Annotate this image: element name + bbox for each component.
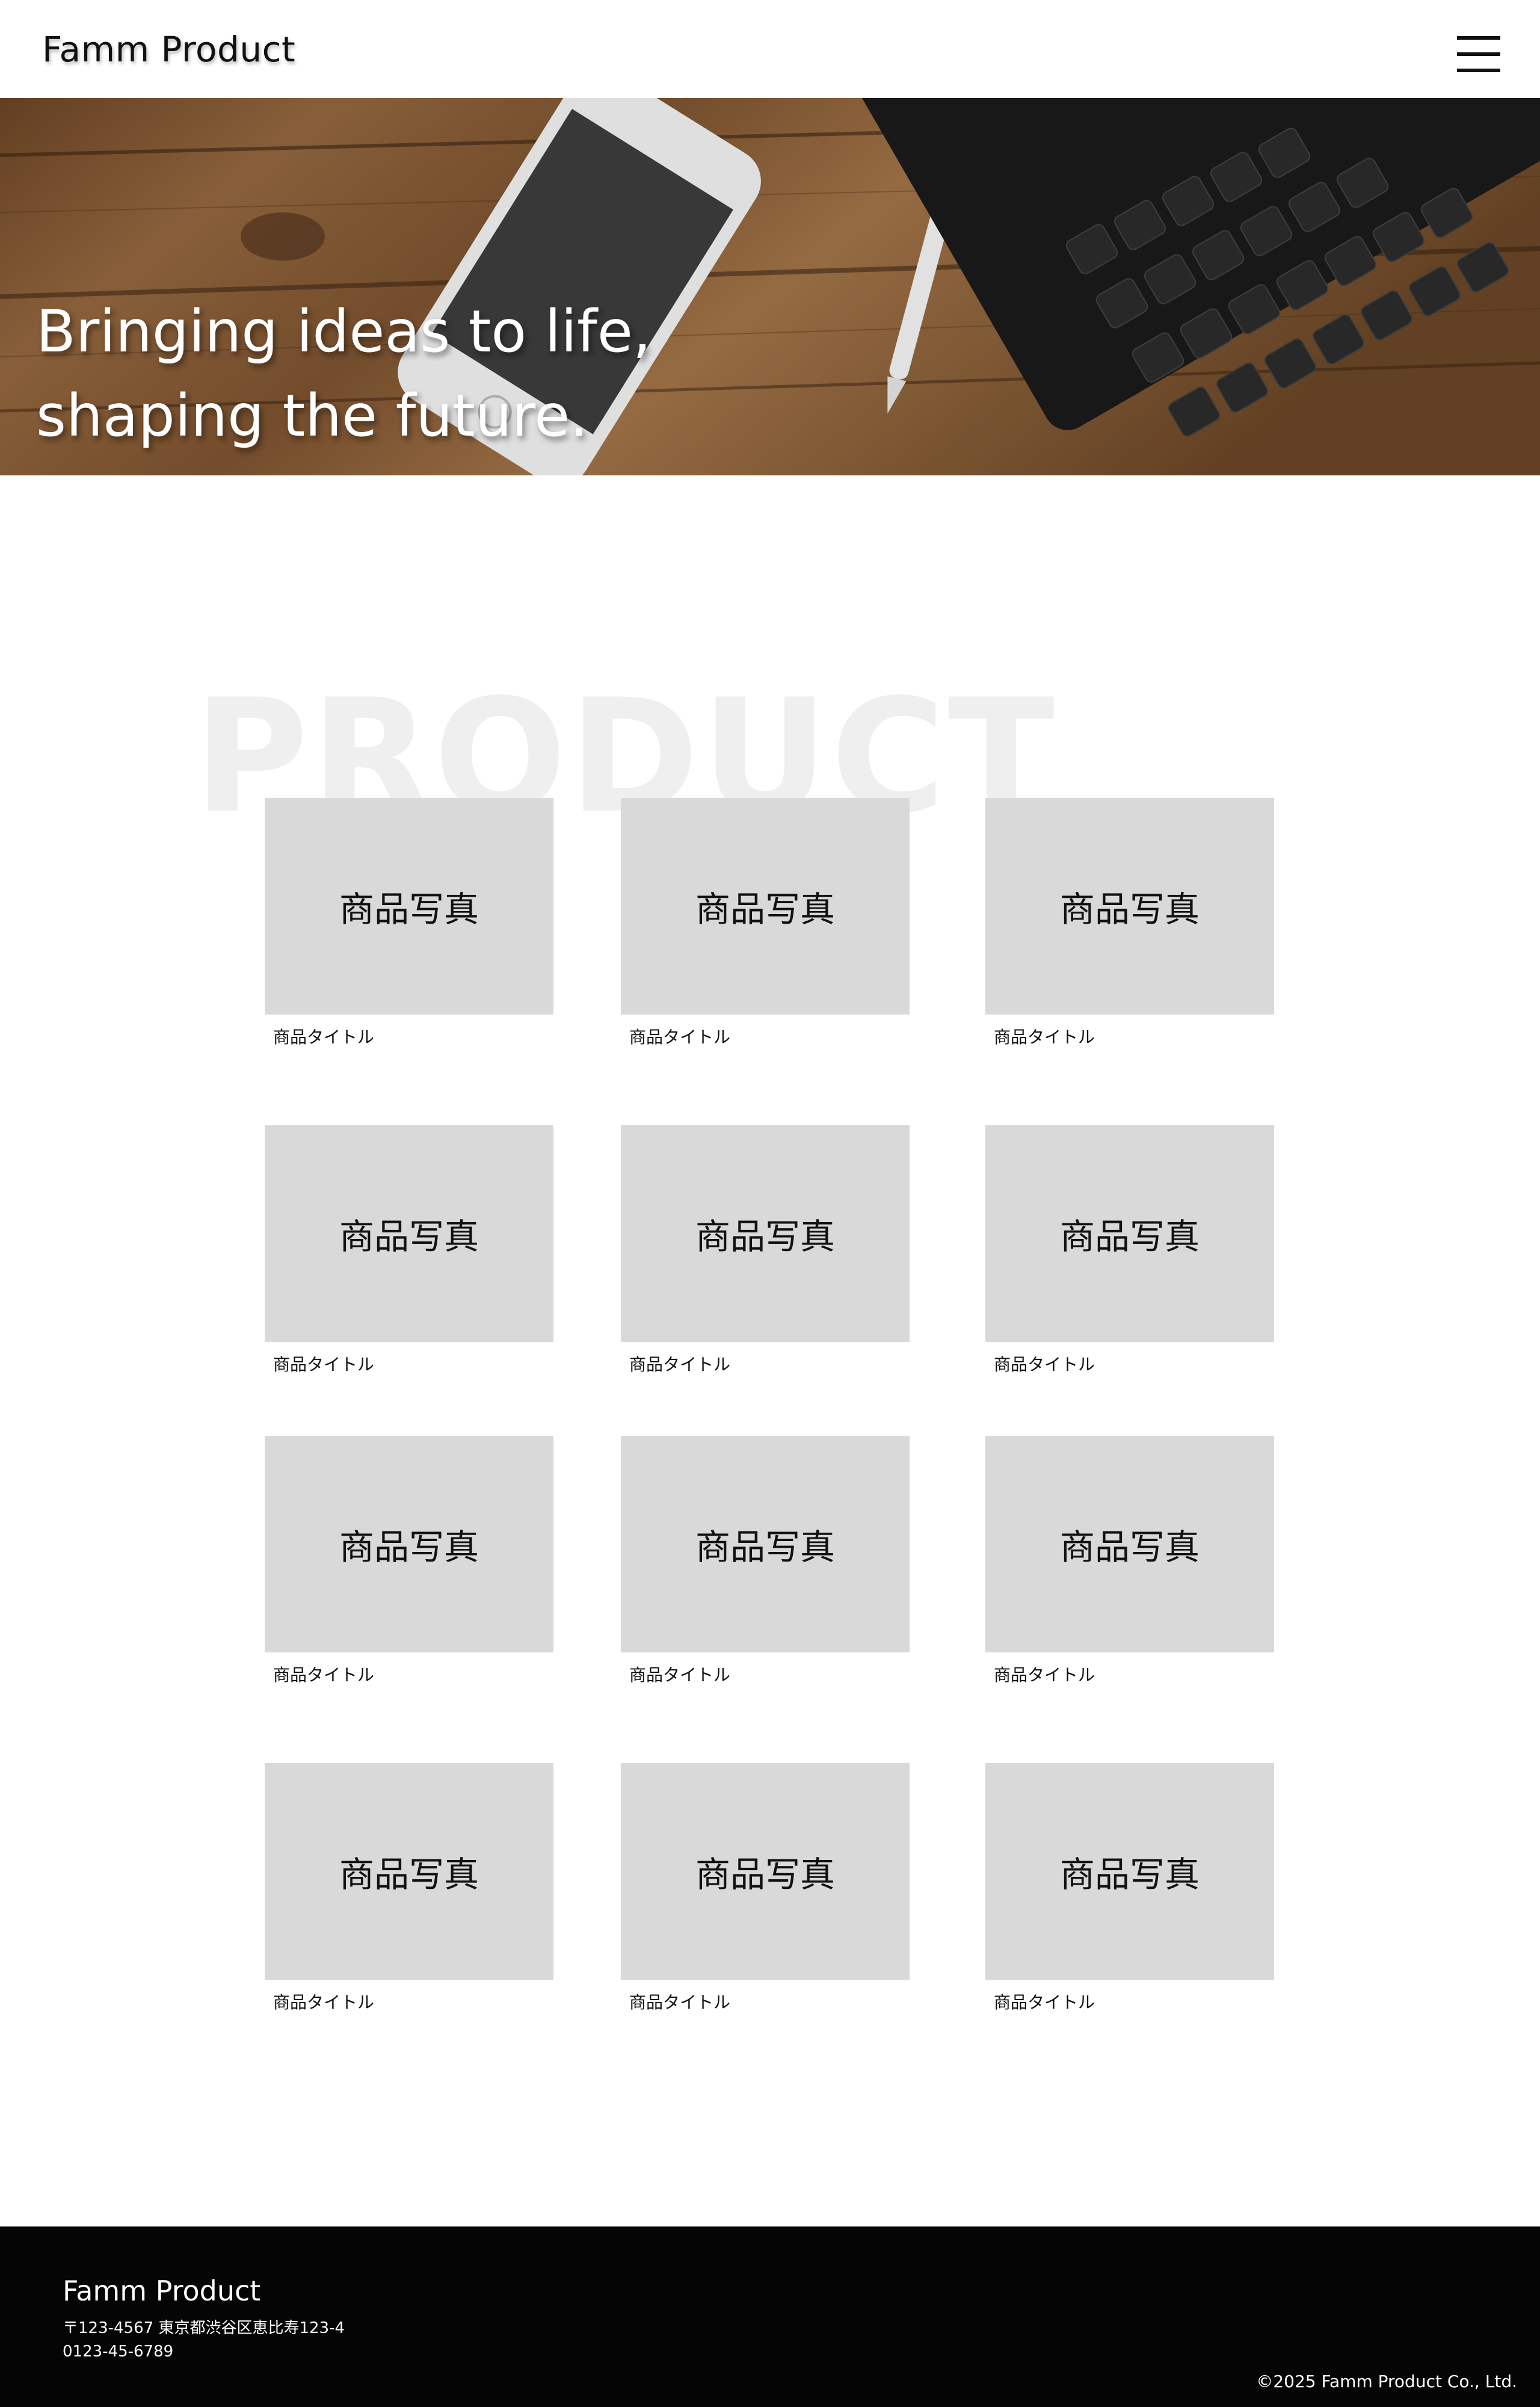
product-photo: 商品写真 [265,1436,553,1652]
product-title: 商品タイトル [994,1992,1095,2012]
product-title: 商品タイトル [273,1665,375,1685]
product-photo: 商品写真 [265,798,553,1015]
footer-company-name: Famm Product [63,2275,261,2307]
hero-tagline-line2: shaping the future. [36,382,588,450]
product-card[interactable]: 商品写真 商品タイトル [265,1763,553,2013]
site-header: Famm Product [0,0,1540,98]
menu-line [1457,36,1500,40]
product-title: 商品タイトル [994,1665,1095,1685]
product-title: 商品タイトル [994,1027,1095,1047]
product-card[interactable]: 商品写真 商品タイトル [621,1125,910,1376]
product-card[interactable]: 商品写真 商品タイトル [985,798,1274,1048]
product-photo: 商品写真 [621,1763,910,1980]
product-title: 商品タイトル [629,1992,731,2012]
product-title: 商品タイトル [629,1665,731,1685]
site-logo[interactable]: Famm Product [42,29,295,70]
product-photo: 商品写真 [985,798,1274,1015]
product-card[interactable]: 商品写真 商品タイトル [621,1763,910,2013]
hamburger-menu-icon[interactable] [1457,36,1500,72]
hero-banner: Bringing ideas to life, shaping the futu… [0,98,1540,475]
footer-phone: 0123-45-6789 [63,2343,174,2361]
product-card[interactable]: 商品写真 商品タイトル [265,798,553,1048]
product-photo: 商品写真 [265,1125,553,1342]
product-card[interactable]: 商品写真 商品タイトル [265,1436,553,1686]
hero-tagline: Bringing ideas to life, shaping the futu… [36,289,651,458]
hero-tagline-line1: Bringing ideas to life, [36,298,651,365]
product-title: 商品タイトル [273,1355,375,1374]
product-photo: 商品写真 [985,1436,1274,1652]
product-photo: 商品写真 [985,1763,1274,1980]
product-title: 商品タイトル [629,1355,731,1374]
product-photo: 商品写真 [265,1763,553,1980]
product-photo: 商品写真 [621,1436,910,1652]
product-title: 商品タイトル [629,1027,731,1047]
product-card[interactable]: 商品写真 商品タイトル [985,1125,1274,1376]
footer-copyright: ©2025 Famm Product Co., Ltd. [1256,2371,1517,2391]
product-card[interactable]: 商品写真 商品タイトル [265,1125,553,1376]
product-photo: 商品写真 [985,1125,1274,1342]
menu-line [1457,52,1500,56]
menu-line [1457,69,1500,72]
product-title: 商品タイトル [273,1027,375,1047]
product-title: 商品タイトル [994,1355,1095,1374]
product-title: 商品タイトル [273,1992,375,2012]
product-photo: 商品写真 [621,1125,910,1342]
product-card[interactable]: 商品写真 商品タイトル [985,1763,1274,2013]
product-card[interactable]: 商品写真 商品タイトル [621,798,910,1048]
product-card[interactable]: 商品写真 商品タイトル [985,1436,1274,1686]
footer-address: 〒123-4567 東京都渋谷区恵比寿123-4 [63,2319,345,2337]
product-card[interactable]: 商品写真 商品タイトル [621,1436,910,1686]
product-photo: 商品写真 [621,798,910,1015]
site-footer: Famm Product 〒123-4567 東京都渋谷区恵比寿123-4 01… [0,2226,1540,2407]
